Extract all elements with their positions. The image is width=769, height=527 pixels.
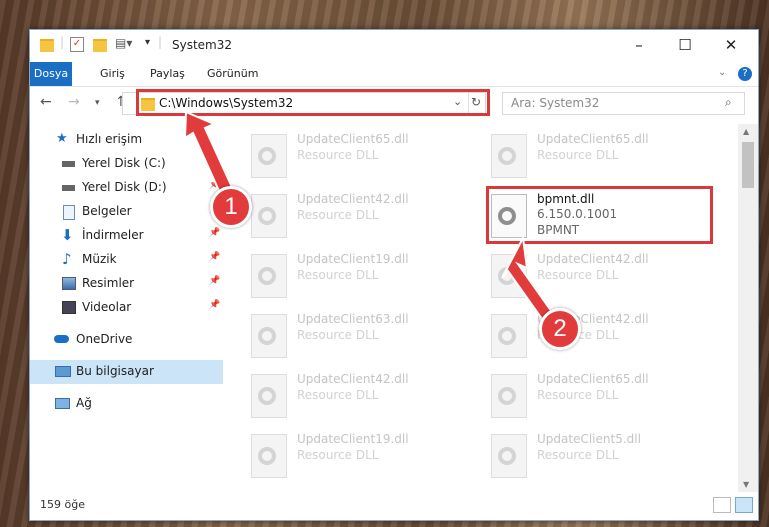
annotation-arrows bbox=[183, 110, 554, 321]
step-2-badge: 2 bbox=[539, 308, 581, 350]
step-1-badge: 1 bbox=[210, 186, 252, 228]
arrow-2-icon bbox=[501, 234, 554, 321]
